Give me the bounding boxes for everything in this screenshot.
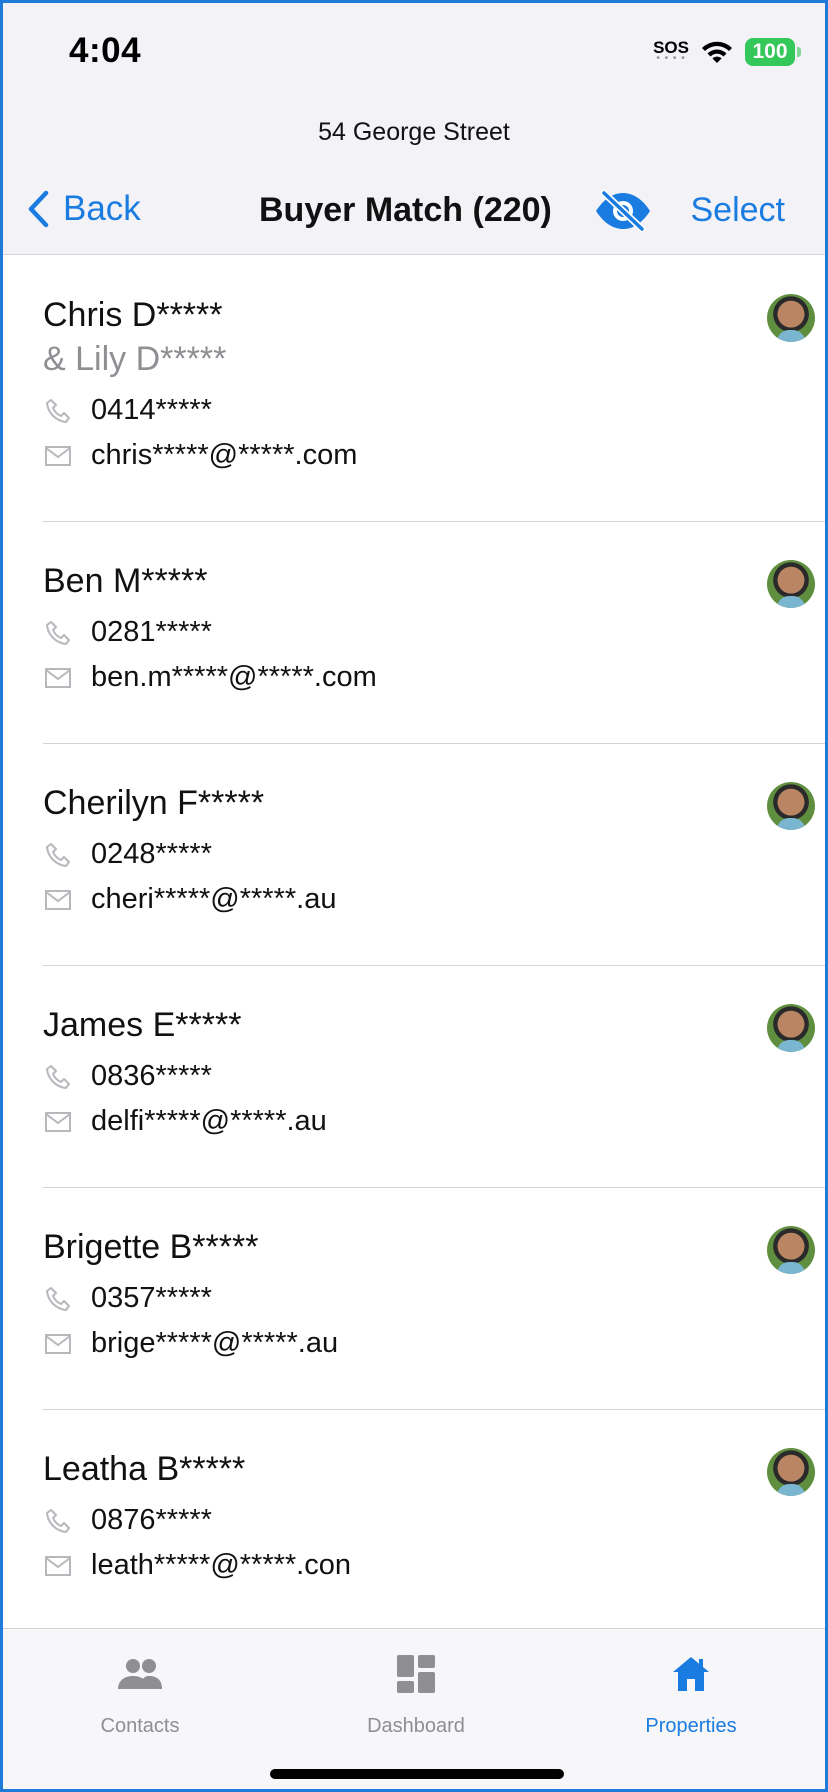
- phone-icon: [43, 1062, 73, 1092]
- dashboard-icon: [397, 1655, 435, 1693]
- list-item[interactable]: James E***** 0836***** delfi*****@*****.…: [43, 966, 825, 1188]
- top-bar: 4:04 SOS • • • • 100 54 George Street Ba…: [3, 3, 825, 255]
- email-row[interactable]: cheri*****@*****.au: [43, 877, 825, 922]
- home-icon: [673, 1657, 709, 1691]
- app-frame: 4:04 SOS • • • • 100 54 George Street Ba…: [0, 0, 828, 1792]
- phone-number: 0248*****: [91, 838, 212, 870]
- list-item[interactable]: Brigette B***** 0357***** brige*****@***…: [43, 1188, 825, 1410]
- mail-icon: [43, 441, 73, 471]
- contact-name: Leatha B*****: [43, 1450, 246, 1488]
- back-button[interactable]: Back: [27, 189, 141, 229]
- select-button[interactable]: Select: [691, 191, 786, 230]
- phone-row[interactable]: 0357*****: [43, 1276, 825, 1321]
- avatar: [767, 560, 815, 608]
- contact-name: Ben M*****: [43, 562, 208, 600]
- list-item[interactable]: Ben M***** 0281***** ben.m*****@*****.co…: [43, 522, 825, 744]
- tab-contacts[interactable]: Contacts: [40, 1649, 240, 1738]
- contact-partner: & Lily D*****: [43, 340, 227, 378]
- email-row[interactable]: ben.m*****@*****.com: [43, 655, 825, 700]
- phone-icon: [43, 840, 73, 870]
- phone-row[interactable]: 0281*****: [43, 610, 825, 655]
- buyer-list: Chris D***** & Lily D***** 0414***** chr…: [3, 256, 825, 1632]
- sos-signal-dots: • • • •: [656, 53, 686, 64]
- list-item[interactable]: Leatha B***** 0876***** leath*****@*****…: [43, 1410, 825, 1632]
- email-row[interactable]: leath*****@*****.con: [43, 1543, 825, 1588]
- battery-indicator: 100: [745, 38, 801, 66]
- email-row[interactable]: brige*****@*****.au: [43, 1321, 825, 1366]
- status-icons: SOS • • • • 100: [653, 37, 801, 67]
- email-address: chris*****@*****.com: [91, 439, 358, 471]
- avatar: [767, 782, 815, 830]
- phone-row[interactable]: 0414*****: [43, 388, 825, 433]
- home-indicator: [270, 1769, 564, 1779]
- contact-name: Brigette B*****: [43, 1228, 259, 1266]
- tab-properties[interactable]: Properties: [591, 1649, 791, 1738]
- phone-number: 0414*****: [91, 394, 212, 426]
- email-address: ben.m*****@*****.com: [91, 661, 377, 693]
- phone-row[interactable]: 0836*****: [43, 1054, 825, 1099]
- contact-name: James E*****: [43, 1006, 242, 1044]
- list-item[interactable]: Chris D***** & Lily D***** 0414***** chr…: [43, 256, 825, 522]
- tab-label: Contacts: [100, 1715, 180, 1737]
- tab-bar: Contacts Dashboard Properties: [3, 1628, 825, 1789]
- mail-icon: [43, 1329, 73, 1359]
- phone-icon: [43, 618, 73, 648]
- phone-number: 0836*****: [91, 1060, 212, 1092]
- email-address: cheri*****@*****.au: [91, 883, 337, 915]
- phone-row[interactable]: 0876*****: [43, 1498, 825, 1543]
- phone-number: 0357*****: [91, 1282, 212, 1314]
- phone-number: 0876*****: [91, 1504, 212, 1536]
- avatar: [767, 294, 815, 342]
- eye-slash-icon[interactable]: [593, 189, 653, 233]
- avatar: [767, 1226, 815, 1274]
- back-label: Back: [63, 189, 141, 228]
- phone-icon: [43, 1284, 73, 1314]
- mail-icon: [43, 885, 73, 915]
- contact-name: Cherilyn F*****: [43, 784, 265, 822]
- tab-dashboard[interactable]: Dashboard: [316, 1649, 516, 1738]
- phone-icon: [43, 1506, 73, 1536]
- property-address: 54 George Street: [318, 118, 510, 146]
- tab-label: Properties: [645, 1715, 737, 1737]
- people-icon: [118, 1659, 162, 1689]
- list-item[interactable]: Cherilyn F***** 0248***** cheri*****@***…: [43, 744, 825, 966]
- mail-icon: [43, 1107, 73, 1137]
- email-address: leath*****@*****.con: [91, 1549, 351, 1581]
- chevron-left-icon: [28, 190, 49, 228]
- phone-row[interactable]: 0248*****: [43, 832, 825, 877]
- email-row[interactable]: chris*****@*****.com: [43, 433, 825, 478]
- mail-icon: [43, 1551, 73, 1581]
- email-row[interactable]: delfi*****@*****.au: [43, 1099, 825, 1144]
- tab-label: Dashboard: [367, 1715, 465, 1737]
- phone-number: 0281*****: [91, 616, 212, 648]
- mail-icon: [43, 663, 73, 693]
- avatar: [767, 1004, 815, 1052]
- navigation-bar: Back Buyer Match (220) Select: [3, 183, 825, 239]
- avatar: [767, 1448, 815, 1496]
- email-address: delfi*****@*****.au: [91, 1105, 327, 1137]
- phone-icon: [43, 396, 73, 426]
- status-time: 4:04: [69, 31, 142, 70]
- wifi-icon: [702, 41, 732, 63]
- email-address: brige*****@*****.au: [91, 1327, 339, 1359]
- sos-indicator: SOS • • • •: [653, 39, 689, 64]
- page-title: Buyer Match (220): [259, 191, 552, 229]
- contact-name: Chris D*****: [43, 296, 223, 334]
